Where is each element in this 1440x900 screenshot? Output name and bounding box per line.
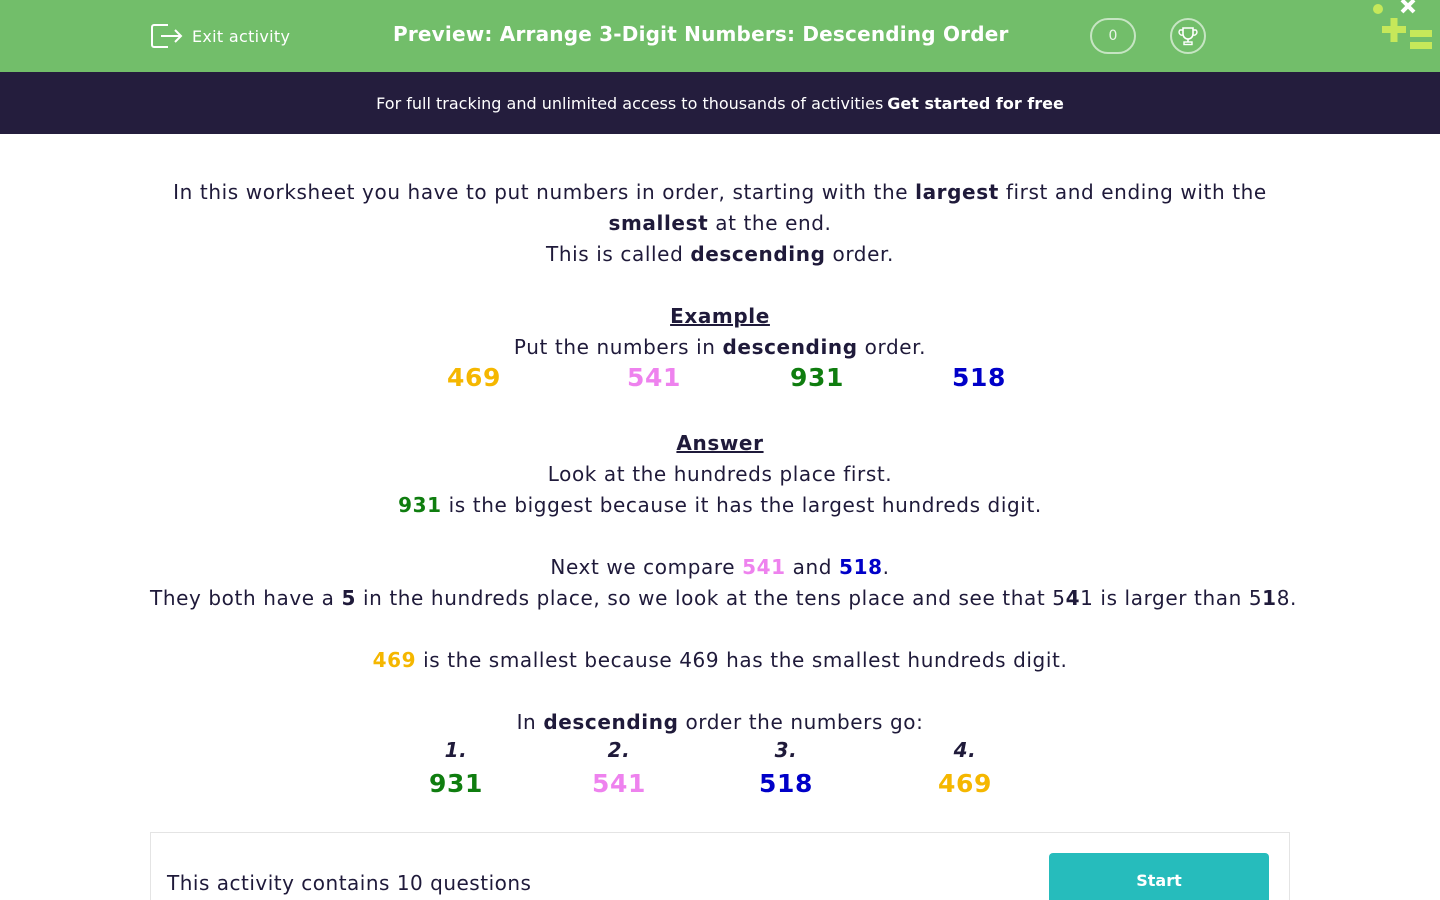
banner-text: For full tracking and unlimited access t… — [376, 93, 884, 113]
order-number: 518 — [759, 769, 813, 798]
answer-number: 518 — [839, 555, 883, 579]
exit-activity-label: Exit activity — [192, 26, 291, 46]
intro-bold: largest — [915, 180, 999, 204]
intro-text: at the end. — [715, 211, 832, 235]
order-label: 4. — [953, 738, 977, 762]
trophy-button[interactable] — [1170, 18, 1206, 54]
order-label: 1. — [444, 738, 468, 762]
order-label: 2. — [607, 738, 631, 762]
order-number: 931 — [429, 769, 483, 798]
example-number: 541 — [627, 363, 681, 392]
exit-icon — [151, 24, 183, 48]
answer-line-5: 469 is the smallest because 469 has the … — [150, 645, 1290, 676]
answer-number: 931 — [398, 493, 442, 517]
get-started-link[interactable]: Get started for free — [887, 94, 1064, 113]
answer-line-2: 931 is the biggest because it has the la… — [150, 490, 1290, 521]
answer-text: order the numbers go: — [685, 710, 924, 734]
intro-text: In this worksheet you have to put number… — [173, 180, 909, 204]
intro-text: This is called — [546, 242, 684, 266]
intro-line-3: This is called descending order. — [150, 239, 1290, 270]
intro-text: order. — [832, 242, 894, 266]
example-heading: Example — [670, 304, 770, 328]
prompt-text: order. — [864, 335, 927, 359]
intro-bold: smallest — [608, 211, 709, 235]
answer-bold: 5 — [341, 586, 356, 610]
intro-line-1: In this worksheet you have to put number… — [150, 177, 1290, 208]
logo-icon — [1373, 0, 1432, 49]
answer-number: 469 — [372, 648, 417, 672]
answer-text: In — [516, 710, 537, 734]
trophy-icon — [1178, 27, 1198, 46]
exit-activity-button[interactable]: Exit activity — [150, 20, 290, 52]
question-count: This activity contains 10 questions — [167, 871, 532, 895]
answer-text: is the biggest because it has the larges… — [448, 493, 1042, 517]
answer-text: 1 is larger than 5 — [1080, 586, 1263, 610]
example-number: 469 — [447, 363, 501, 392]
answer-bold: descending — [543, 710, 679, 734]
promo-banner: For full tracking and unlimited access t… — [0, 72, 1440, 134]
example-numbers: 469 541 931 518 — [150, 363, 1290, 399]
answer-heading: Answer — [676, 431, 764, 455]
page-title: Preview: Arrange 3-Digit Numbers: Descen… — [393, 22, 1009, 46]
answer-text: Next we compare — [550, 555, 736, 579]
order-label: 3. — [774, 738, 798, 762]
top-bar: Exit activity Preview: Arrange 3-Digit N… — [0, 0, 1440, 72]
intro-text: first and ending with the — [1005, 180, 1267, 204]
answer-bold: 4 — [1065, 586, 1081, 610]
answer-text: and — [792, 555, 833, 579]
order-numbers: 931 541 518 469 — [150, 769, 1290, 805]
answer-number: 541 — [742, 555, 786, 579]
answer-text: . — [882, 555, 890, 579]
example-number: 518 — [952, 363, 1006, 392]
answer-text: is the smallest because 469 has the smal… — [423, 648, 1068, 672]
answer-bold: 1 — [1262, 586, 1277, 610]
prompt-text: Put the numbers in — [513, 335, 716, 359]
intro-bold: descending — [690, 242, 826, 266]
answer-line-4: They both have a 5 in the hundreds place… — [150, 583, 1296, 614]
answer-line-6: In descending order the numbers go: — [150, 707, 1290, 738]
prompt-bold: descending — [722, 335, 858, 359]
activity-footer: This activity contains 10 questions Star… — [150, 832, 1290, 900]
order-number: 469 — [938, 769, 992, 798]
instructions: In this worksheet you have to put number… — [150, 177, 1296, 805]
start-button[interactable]: Start — [1049, 853, 1269, 900]
answer-text: 8. — [1276, 586, 1297, 610]
example-prompt: Put the numbers in descending order. — [150, 332, 1290, 363]
score-badge: 0 — [1090, 18, 1136, 54]
answer-text: They both have a — [150, 586, 335, 610]
intro-line-2: smallest at the end. — [150, 208, 1290, 239]
order-number: 541 — [592, 769, 646, 798]
answer-text: in the hundreds place, so we look at the… — [362, 586, 1066, 610]
answer-line-1: Look at the hundreds place first. — [547, 462, 893, 486]
example-number: 931 — [790, 363, 844, 392]
answer-line-3: Next we compare 541 and 518. — [150, 552, 1290, 583]
order-labels: 1. 2. 3. 4. — [150, 738, 1290, 769]
